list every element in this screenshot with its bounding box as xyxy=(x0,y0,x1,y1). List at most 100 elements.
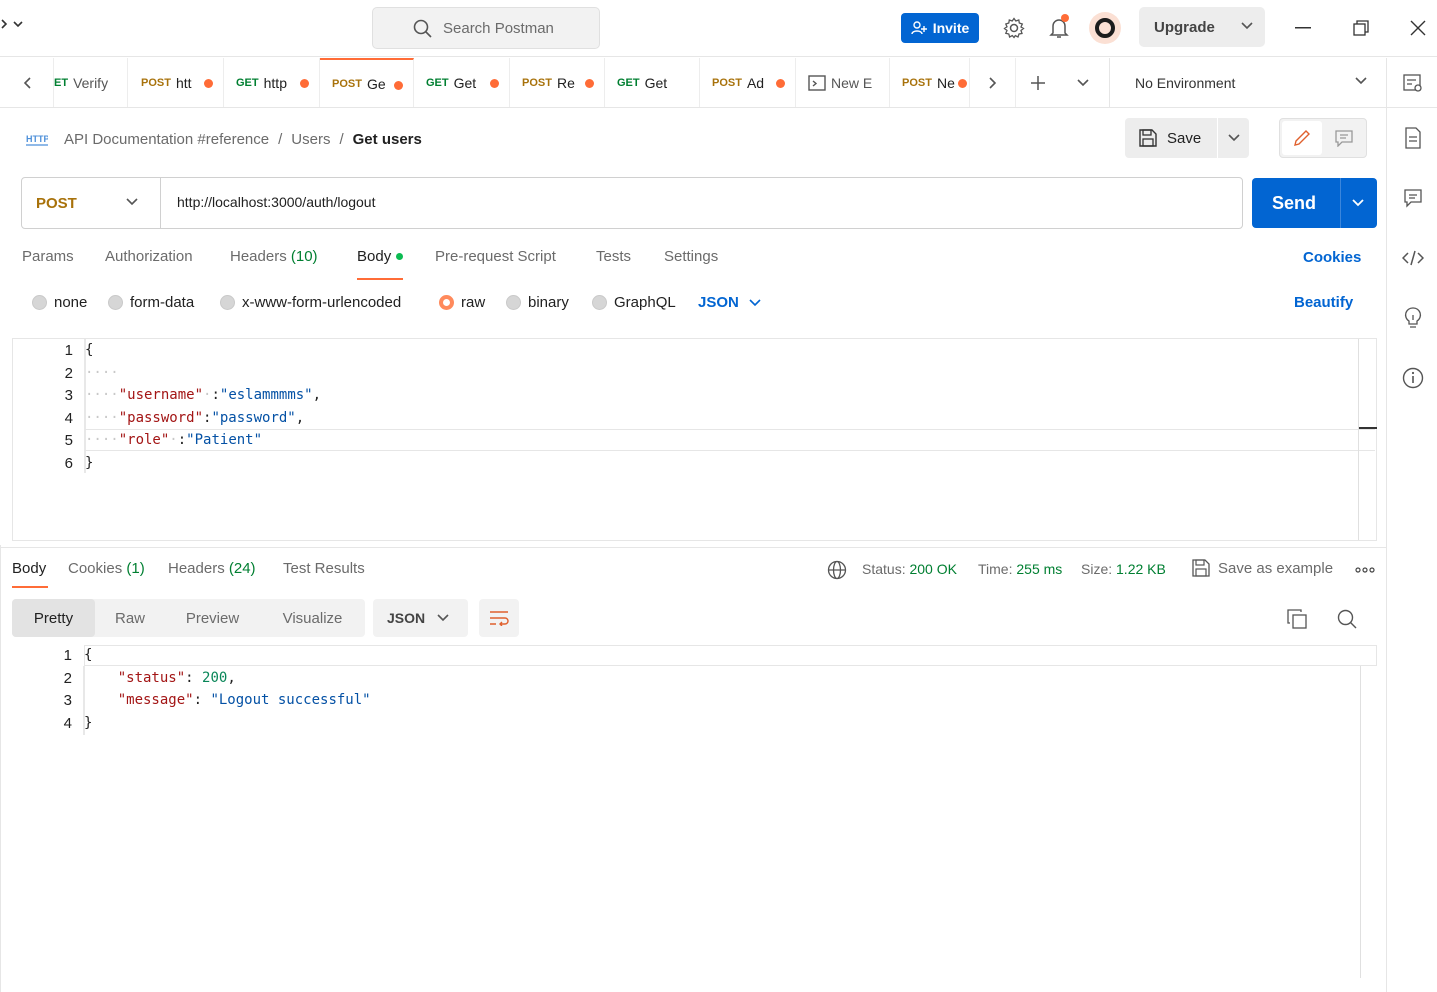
new-tab-button[interactable] xyxy=(1015,58,1060,107)
chevron-down-icon[interactable] xyxy=(1351,198,1365,207)
notifications-button[interactable] xyxy=(1045,14,1073,42)
request-tab[interactable]: POST Re xyxy=(510,58,605,107)
response-tab-cookies[interactable]: Cookies (1) xyxy=(68,560,145,577)
save-button[interactable]: Save xyxy=(1125,118,1217,158)
avatar[interactable] xyxy=(1089,12,1121,44)
network-info-button[interactable] xyxy=(827,560,847,583)
request-tab[interactable]: GET http xyxy=(224,58,320,107)
tab-settings[interactable]: Settings xyxy=(664,248,718,265)
related-collections-button[interactable] xyxy=(1400,305,1426,331)
cookies-link[interactable]: Cookies xyxy=(1303,249,1361,266)
request-title[interactable]: Get users xyxy=(353,131,422,148)
tab-params[interactable]: Params xyxy=(22,248,74,265)
tab-list-dropdown[interactable] xyxy=(1060,58,1105,107)
request-tab-active[interactable]: POST Ge xyxy=(320,58,414,107)
view-visualize-button[interactable]: Visualize xyxy=(260,599,365,637)
radio-none[interactable]: none xyxy=(32,294,87,311)
radio-raw[interactable]: raw xyxy=(439,294,485,311)
invite-button[interactable]: Invite xyxy=(901,13,979,43)
comment-mode-button[interactable] xyxy=(1324,121,1364,155)
tab-body[interactable]: Body xyxy=(357,248,404,280)
edit-mode-button[interactable] xyxy=(1282,121,1322,155)
tab-authorization[interactable]: Authorization xyxy=(105,248,193,265)
close-button[interactable] xyxy=(1403,14,1433,42)
response-size[interactable]: Size: 1.22 KB xyxy=(1081,561,1166,577)
response-tab-body[interactable]: Body xyxy=(12,560,49,588)
request-tab[interactable]: POST Ad xyxy=(700,58,796,107)
more-options-button[interactable] xyxy=(1355,560,1375,576)
body-format-select[interactable]: JSON xyxy=(698,294,761,311)
copy-response-button[interactable] xyxy=(1285,607,1309,631)
search-placeholder: Search Postman xyxy=(443,19,554,37)
search-input[interactable]: Search Postman xyxy=(372,7,600,49)
response-view-toggle: Pretty Raw Preview Visualize xyxy=(12,599,365,637)
tabs-scroll-left-button[interactable] xyxy=(0,58,54,107)
request-body-editor[interactable]: 1 2 3 4 5 6 { ···· ····"username"·:"esla… xyxy=(12,338,1377,541)
radio-binary[interactable]: binary xyxy=(506,294,569,311)
response-time[interactable]: Time: 255 ms xyxy=(978,561,1062,577)
breadcrumb-separator: / xyxy=(339,130,344,148)
response-format-select[interactable]: JSON xyxy=(373,599,468,637)
view-raw-button[interactable]: Raw xyxy=(95,599,165,637)
url-input[interactable]: http://localhost:3000/auth/logout xyxy=(177,194,375,210)
restore-button[interactable] xyxy=(1346,14,1376,42)
environment-quick-look-button[interactable] xyxy=(1400,70,1426,96)
view-preview-button[interactable]: Preview xyxy=(165,599,260,637)
search-response-button[interactable] xyxy=(1335,607,1359,631)
indent-guide xyxy=(84,339,86,473)
save-options-dropdown[interactable] xyxy=(1218,118,1249,158)
response-tab-headers[interactable]: Headers (24) xyxy=(168,560,256,577)
tab-tests[interactable]: Tests xyxy=(596,248,631,265)
add-user-icon xyxy=(911,21,927,35)
response-status[interactable]: Status: 200 OK xyxy=(862,561,957,577)
request-tab[interactable]: ET Verify xyxy=(54,58,128,107)
tab-name: Get xyxy=(644,74,668,91)
send-button[interactable]: Send xyxy=(1252,178,1377,228)
settings-button[interactable] xyxy=(1000,14,1028,42)
save-as-example-button[interactable]: Save as example xyxy=(1192,559,1333,577)
info-button[interactable] xyxy=(1400,365,1426,391)
minimize-button[interactable] xyxy=(1288,14,1318,42)
time-value: 255 ms xyxy=(1016,561,1063,577)
request-tab[interactable]: GET Get xyxy=(605,58,700,107)
whitespace-dots: ···· xyxy=(85,387,119,403)
method-select[interactable]: POST xyxy=(22,178,161,228)
request-tab[interactable]: POST Ne xyxy=(890,58,970,107)
brace: { xyxy=(84,647,93,663)
beautify-link[interactable]: Beautify xyxy=(1294,294,1353,311)
code-icon xyxy=(1402,250,1424,266)
wrap-lines-button[interactable] xyxy=(479,599,519,637)
environment-select[interactable]: No Environment xyxy=(1109,58,1387,107)
tab-prerequest-script[interactable]: Pre-request Script xyxy=(435,248,556,265)
workspace-menu[interactable] xyxy=(0,16,26,36)
radio-form-data[interactable]: form-data xyxy=(108,294,194,311)
globe-icon xyxy=(827,560,847,580)
request-tab[interactable]: POST htt xyxy=(129,58,224,107)
unsaved-dot xyxy=(490,79,499,88)
tab-body-label: Body xyxy=(357,248,392,265)
response-headers-count: (24) xyxy=(228,560,256,577)
response-scrollbar[interactable] xyxy=(1360,666,1361,978)
response-body-viewer[interactable]: 1 2 3 4 { "status": 200, "message": "Log… xyxy=(12,645,1377,980)
radio-graphql[interactable]: GraphQL xyxy=(592,294,676,311)
response-tab-test-results[interactable]: Test Results xyxy=(283,560,365,577)
documentation-button[interactable] xyxy=(1400,125,1426,151)
json-key: "username" xyxy=(118,387,204,403)
upgrade-button[interactable]: Upgrade xyxy=(1139,7,1265,47)
radio-urlencoded[interactable]: x-www-form-urlencoded xyxy=(220,294,401,311)
breadcrumb-collection[interactable]: API Documentation #reference xyxy=(64,131,269,148)
request-tab[interactable]: New E xyxy=(796,58,890,107)
tabs-scroll-right-button[interactable] xyxy=(970,58,1015,107)
request-tab[interactable]: GET Get xyxy=(414,58,510,107)
chevron-down-icon xyxy=(1227,134,1240,142)
line-number: 4 xyxy=(63,715,72,732)
response-tab-headers-label: Headers xyxy=(168,560,225,577)
tab-headers[interactable]: Headers (10) xyxy=(230,248,318,265)
scrollbar-cursor-marker xyxy=(1359,427,1377,429)
view-pretty-button[interactable]: Pretty xyxy=(12,599,95,637)
code-snippet-button[interactable] xyxy=(1400,245,1426,271)
comments-button[interactable] xyxy=(1400,185,1426,211)
editor-scrollbar[interactable] xyxy=(1358,339,1359,540)
breadcrumb-folder[interactable]: Users xyxy=(291,131,330,148)
pane-divider[interactable] xyxy=(0,547,1386,548)
